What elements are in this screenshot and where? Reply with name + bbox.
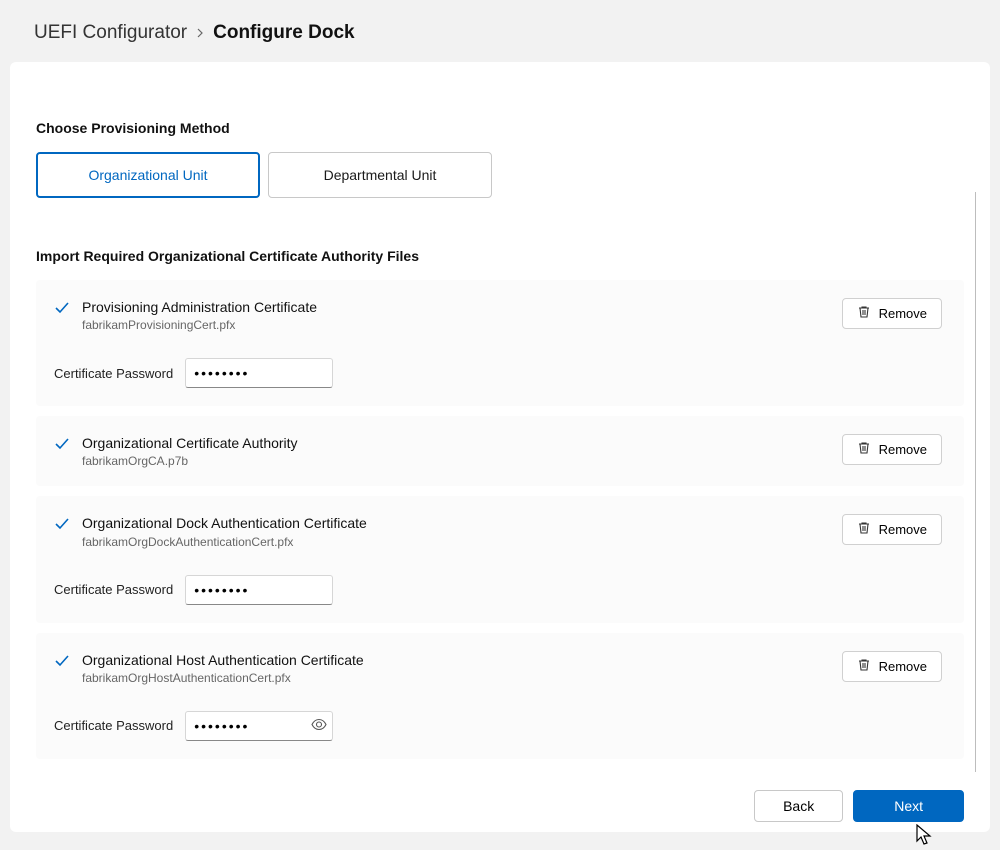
breadcrumb-root[interactable]: UEFI Configurator bbox=[34, 22, 187, 44]
remove-button[interactable]: Remove bbox=[842, 434, 942, 465]
cert-title: Organizational Dock Authentication Certi… bbox=[82, 514, 367, 532]
cert-password-label: Certificate Password bbox=[54, 366, 173, 381]
remove-label: Remove bbox=[879, 306, 927, 321]
provisioning-method-title: Choose Provisioning Method bbox=[36, 120, 964, 136]
eye-icon bbox=[311, 718, 327, 733]
reveal-password-button[interactable] bbox=[311, 718, 327, 733]
cert-title: Organizational Host Authentication Certi… bbox=[82, 651, 364, 669]
cert-filename: fabrikamOrgCA.p7b bbox=[82, 454, 298, 468]
cert-card: Organizational Certificate Authority fab… bbox=[36, 416, 964, 486]
cert-password-input[interactable] bbox=[185, 575, 333, 605]
trash-icon bbox=[857, 305, 871, 322]
remove-button[interactable]: Remove bbox=[842, 514, 942, 545]
cert-filename: fabrikamOrgHostAuthenticationCert.pfx bbox=[82, 671, 364, 685]
cert-title: Organizational Certificate Authority bbox=[82, 434, 298, 452]
remove-button[interactable]: Remove bbox=[842, 298, 942, 329]
breadcrumb-current: Configure Dock bbox=[213, 22, 354, 44]
chevron-right-icon bbox=[195, 25, 205, 42]
breadcrumb: UEFI Configurator Configure Dock bbox=[0, 0, 1000, 62]
cert-filename: fabrikamOrgDockAuthenticationCert.pfx bbox=[82, 535, 367, 549]
footer-actions: Back Next bbox=[754, 790, 964, 822]
trash-icon bbox=[857, 521, 871, 538]
back-button[interactable]: Back bbox=[754, 790, 843, 822]
remove-label: Remove bbox=[879, 442, 927, 457]
cert-title: Provisioning Administration Certificate bbox=[82, 298, 317, 316]
cert-password-input[interactable] bbox=[185, 358, 333, 388]
import-section-title: Import Required Organizational Certifica… bbox=[36, 248, 964, 264]
cert-card: Organizational Host Authentication Certi… bbox=[36, 633, 964, 759]
scrollbar-track[interactable] bbox=[975, 192, 976, 772]
cert-card: Provisioning Administration Certificate … bbox=[36, 280, 964, 406]
check-icon bbox=[54, 300, 70, 319]
cert-password-label: Certificate Password bbox=[54, 718, 173, 733]
trash-icon bbox=[857, 441, 871, 458]
remove-label: Remove bbox=[879, 522, 927, 537]
main-panel: Choose Provisioning Method Organizationa… bbox=[10, 62, 990, 832]
cert-filename: fabrikamProvisioningCert.pfx bbox=[82, 318, 317, 332]
next-button[interactable]: Next bbox=[853, 790, 964, 822]
provisioning-option-organizational[interactable]: Organizational Unit bbox=[36, 152, 260, 198]
provisioning-method-group: Organizational Unit Departmental Unit bbox=[36, 152, 964, 198]
check-icon bbox=[54, 436, 70, 455]
check-icon bbox=[54, 516, 70, 535]
provisioning-option-departmental[interactable]: Departmental Unit bbox=[268, 152, 492, 198]
cert-password-label: Certificate Password bbox=[54, 582, 173, 597]
trash-icon bbox=[857, 658, 871, 675]
cert-card: Organizational Dock Authentication Certi… bbox=[36, 496, 964, 622]
check-icon bbox=[54, 653, 70, 672]
remove-button[interactable]: Remove bbox=[842, 651, 942, 682]
remove-label: Remove bbox=[879, 659, 927, 674]
